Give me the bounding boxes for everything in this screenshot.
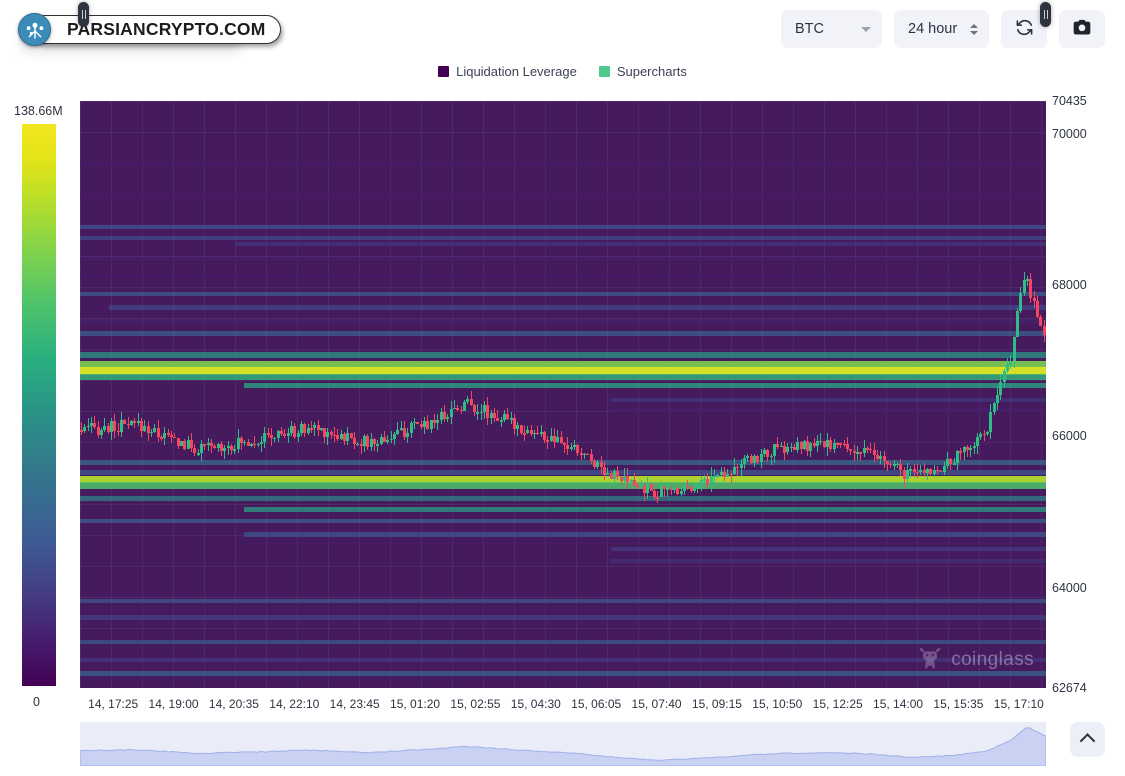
- chevron-down-icon: [861, 26, 871, 32]
- symbol-select[interactable]: BTC: [781, 10, 882, 48]
- time-axis: 14, 17:25 14, 19:00 14, 20:35 14, 22:10 14, …: [0, 697, 1125, 715]
- parsian-crypto-logo-icon: [18, 13, 51, 46]
- range-navigator[interactable]: [80, 722, 1046, 766]
- liquidation-band: [234, 241, 1046, 246]
- coinglass-watermark: coinglass: [917, 645, 1034, 674]
- symbol-select-value: BTC: [795, 21, 824, 37]
- time-axis-tick: 14, 22:10: [269, 697, 320, 711]
- price-axis-tick: 68000: [1052, 278, 1087, 293]
- timerange-stepper[interactable]: 24 hour: [894, 10, 989, 48]
- time-axis-tick: 15, 10:50: [752, 697, 803, 711]
- liquidation-band: [80, 639, 1046, 645]
- navigator-handle-left[interactable]: [78, 2, 89, 27]
- legend-label: Supercharts: [616, 64, 687, 79]
- price-axis: 70435 70000 68000 66000 64000 62674: [1052, 90, 1124, 700]
- liquidation-band: [244, 532, 1046, 537]
- liquidation-band: [80, 352, 1046, 358]
- camera-icon: [1072, 17, 1092, 41]
- liquidation-band: [80, 318, 1046, 323]
- scroll-to-top-button[interactable]: [1070, 722, 1105, 757]
- chart-legend: Liquidation Leverage Supercharts: [0, 64, 1125, 79]
- liquidation-band: [244, 382, 1046, 388]
- liquidation-band: [611, 408, 1046, 412]
- liquidation-band: [80, 291, 1046, 297]
- legend-label: Liquidation Leverage: [456, 64, 577, 79]
- brand-pill: PARSIANCRYPTO.COM: [30, 15, 281, 44]
- price-axis-tick: 62674: [1052, 681, 1087, 695]
- coinglass-bull-icon: [917, 645, 943, 674]
- toolbar: BTC 24 hour: [781, 10, 1105, 48]
- liquidation-band: [80, 598, 1046, 604]
- liquidation-band: [80, 374, 1046, 380]
- chevron-up-icon: [1079, 733, 1096, 749]
- liquidation-band: [108, 305, 1046, 310]
- liquidation-band: [80, 518, 1046, 524]
- legend-item-liquidation-leverage[interactable]: Liquidation Leverage: [438, 64, 577, 79]
- time-axis-tick: 15, 14:00: [873, 697, 924, 711]
- time-axis-tick: 15, 12:25: [812, 697, 863, 711]
- liquidation-band: [80, 331, 1046, 336]
- time-axis-tick: 14, 19:00: [148, 697, 199, 711]
- price-axis-tick: 66000: [1052, 429, 1087, 444]
- time-axis-tick: 15, 07:40: [631, 697, 682, 711]
- liquidation-band: [80, 235, 1046, 240]
- liquidation-band: [80, 161, 1046, 166]
- navigator-area-chart: [80, 727, 1046, 766]
- liquidation-band: [80, 273, 1046, 278]
- stepper-up-down-icon[interactable]: [970, 23, 978, 35]
- liquidation-band: [80, 225, 1046, 230]
- navigator-handle-right[interactable]: [1040, 2, 1051, 27]
- screenshot-button[interactable]: [1059, 10, 1105, 48]
- liquidation-heatmap-plot[interactable]: coinglass: [80, 101, 1046, 688]
- liquidation-band: [611, 547, 1046, 552]
- liquidation-band: [80, 256, 1046, 261]
- liquidation-band: [611, 397, 1046, 402]
- colorbar: [22, 124, 56, 686]
- time-axis-tick: 15, 17:10: [993, 697, 1044, 711]
- time-axis-tick: 15, 06:05: [571, 697, 622, 711]
- coinglass-watermark-text: coinglass: [951, 648, 1034, 670]
- refresh-icon: [1015, 18, 1034, 41]
- legend-item-supercharts[interactable]: Supercharts: [598, 64, 687, 79]
- time-axis-tick: 15, 09:15: [691, 697, 742, 711]
- liquidation-band: [80, 657, 1046, 662]
- price-axis-tick: 70435: [1052, 94, 1087, 108]
- time-axis-tick: 15, 15:35: [933, 697, 984, 711]
- time-axis-tick: 14, 17:25: [88, 697, 139, 711]
- time-axis-tick: 15, 01:20: [390, 697, 441, 711]
- legend-swatch: [598, 66, 610, 77]
- price-axis-tick: 64000: [1052, 580, 1087, 595]
- liquidation-band: [80, 193, 1046, 197]
- time-axis-tick: 14, 23:45: [329, 697, 380, 711]
- colorbar-max-label: 138.66M: [14, 104, 63, 118]
- brand-name: PARSIANCRYPTO.COM: [67, 19, 266, 39]
- liquidation-band: [80, 495, 1046, 501]
- liquidation-band: [80, 482, 1046, 489]
- time-axis-tick: 14, 20:35: [208, 697, 259, 711]
- liquidation-band: [80, 615, 1046, 620]
- time-axis-tick: 15, 02:55: [450, 697, 501, 711]
- price-axis-tick: 70000: [1052, 126, 1087, 141]
- legend-swatch: [438, 66, 450, 77]
- liquidation-band: [611, 559, 1046, 564]
- liquidation-band: [244, 506, 1046, 512]
- time-axis-tick: 15, 04:30: [510, 697, 561, 711]
- page-header: PARSIANCRYPTO.COM BTC 24 hour: [0, 0, 1125, 58]
- coinglass-liquidation-heatmap-page: PARSIANCRYPTO.COM BTC 24 hour Liquidatio…: [0, 0, 1125, 776]
- liquidation-band: [80, 671, 1046, 677]
- timerange-value: 24 hour: [908, 21, 958, 37]
- colorbar-gradient: [22, 124, 56, 686]
